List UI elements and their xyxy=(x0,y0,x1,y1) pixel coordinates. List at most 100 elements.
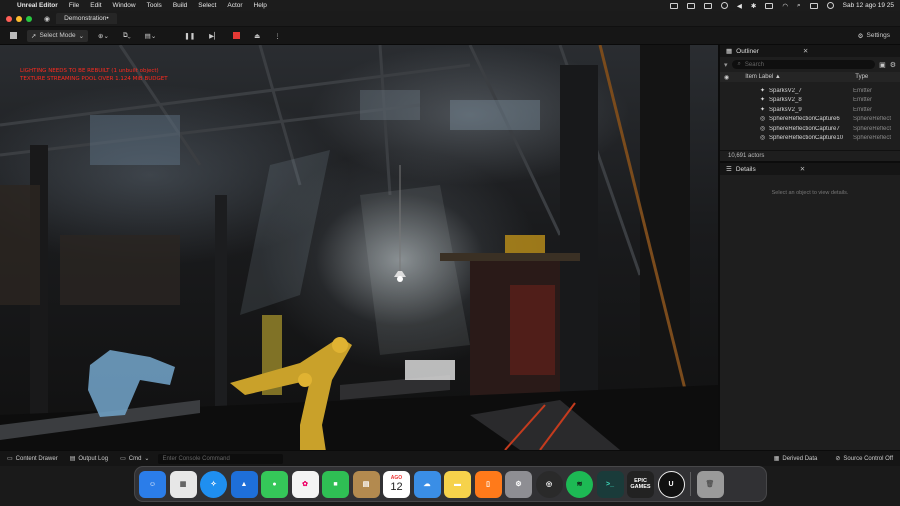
source-control-icon: ⊘ xyxy=(835,456,841,462)
texture-warning: TEXTURE STREAMING POOL OVER 1.124 MiB BU… xyxy=(20,76,168,82)
terminal-icon: ▭ xyxy=(120,456,126,462)
unreal-icon[interactable]: U xyxy=(657,470,685,498)
outliner-row[interactable]: ◎ SphereReflectionCapture10 SphereReflect xyxy=(720,134,900,144)
derived-data-button[interactable]: ▦ Derived Data xyxy=(771,455,821,463)
folder-icon[interactable]: ▣ xyxy=(879,61,886,69)
drawer-icon: ▭ xyxy=(7,456,13,462)
safari-icon[interactable]: ✧ xyxy=(200,470,227,498)
filter-icon[interactable]: ▾ xyxy=(724,61,728,69)
cmd-dropdown[interactable]: ▭ Cmd ⌄ xyxy=(117,455,152,463)
finder-icon[interactable]: ☺ xyxy=(139,470,166,498)
close-icon[interactable]: ✕ xyxy=(803,47,808,55)
search-icon: ⌕ xyxy=(737,61,741,67)
close-window-button[interactable] xyxy=(6,15,12,22)
menu-file[interactable]: File xyxy=(69,2,79,9)
stop-button[interactable] xyxy=(229,30,244,42)
outliner-tab[interactable]: ▦ Outliner ✕ xyxy=(720,45,900,57)
user-icon[interactable] xyxy=(826,2,834,9)
outliner-search-row: ▾ ⌕ Search ▣ ⚙ xyxy=(720,57,900,72)
eject-button[interactable]: ⏏ xyxy=(250,30,264,42)
testflight-icon[interactable]: ▲ xyxy=(230,470,258,498)
mail-icon[interactable] xyxy=(703,2,712,9)
menu-tools[interactable]: Tools xyxy=(147,2,162,9)
menu-help[interactable]: Help xyxy=(254,2,267,9)
level-viewport[interactable]: LIGHTING NEEDS TO BE REBUILT (1 unbuilt … xyxy=(0,45,718,450)
weather-icon[interactable]: ☁ xyxy=(413,470,441,498)
outliner-panel: ▦ Outliner ✕ ▾ ⌕ Search ▣ ⚙ ◉ Item Label… xyxy=(718,45,900,161)
emitter-icon: ✦ xyxy=(760,106,766,113)
step-button[interactable]: ▶▏ xyxy=(205,30,223,42)
battery-icon[interactable] xyxy=(765,2,774,9)
settings-icon[interactable]: ⚙ xyxy=(505,470,532,498)
menu-app-name[interactable]: Unreal Editor xyxy=(17,2,58,9)
outliner-row[interactable]: ◎ SphereReflectionCapture6 SphereReflect xyxy=(720,115,900,125)
facetime-icon[interactable]: ■ xyxy=(322,470,349,498)
outliner-row[interactable]: ◎ SphereReflectionCapture7 SphereReflect xyxy=(720,124,900,134)
notes-icon[interactable]: ▬ xyxy=(444,470,471,498)
type-column[interactable]: Type xyxy=(855,74,868,80)
console-input[interactable]: Enter Console Command xyxy=(158,453,284,464)
menu-build[interactable]: Build xyxy=(173,2,187,9)
terminal-icon[interactable]: >_ xyxy=(596,470,624,498)
details-tab[interactable]: ☰ Details ✕ xyxy=(720,163,900,175)
wifi-icon[interactable]: ◠ xyxy=(782,2,788,10)
volume-icon[interactable]: ◀ xyxy=(737,2,742,10)
pause-button[interactable]: ❚❚ xyxy=(180,30,199,42)
bluetooth-icon[interactable]: ✱ xyxy=(751,2,756,10)
menu-window[interactable]: Window xyxy=(113,2,136,9)
control-center-icon[interactable] xyxy=(809,2,818,9)
clapperboard-icon: ▤⌄ xyxy=(144,32,157,40)
outliner-search-input[interactable]: ⌕ Search xyxy=(731,60,876,69)
content-drawer-button[interactable]: ▭ Content Drawer xyxy=(4,455,61,463)
trash-icon[interactable]: 🗑 xyxy=(696,470,724,498)
item-label-column[interactable]: Item Label ▲ xyxy=(729,74,855,80)
menu-edit[interactable]: Edit xyxy=(90,2,101,9)
select-mode-dropdown[interactable]: ➚ Select Mode ⌄ xyxy=(27,29,89,42)
display-icon[interactable] xyxy=(686,2,695,9)
search-icon[interactable]: ⌕ xyxy=(797,2,801,10)
calendar-icon[interactable]: AGO 12 xyxy=(383,470,410,498)
search-placeholder: Search xyxy=(744,61,764,68)
ue-launcher-icon[interactable]: ◎ xyxy=(535,470,563,498)
eject-icon: ⏏ xyxy=(254,32,261,40)
minimize-window-button[interactable] xyxy=(16,15,22,22)
launchpad-icon[interactable]: ▦ xyxy=(169,470,197,498)
blueprint-button[interactable]: ⧉⌄ xyxy=(119,30,135,42)
photos-icon[interactable]: ✿ xyxy=(291,470,319,498)
lighting-warning: LIGHTING NEEDS TO BE REBUILT (1 unbuilt … xyxy=(20,68,159,74)
menu-actor[interactable]: Actor xyxy=(227,2,242,9)
macos-dock: ☺ ▦ ✧ ▲ ● ✿ ■ ▤ AGO 12 ☁ ▬ ▯ ⚙ ◎ ≋ >_ EP… xyxy=(134,466,767,502)
settings-button[interactable]: ⚙ Settings xyxy=(854,30,894,42)
save-icon[interactable] xyxy=(6,30,21,42)
close-icon[interactable]: ✕ xyxy=(800,165,805,173)
messages-icon[interactable]: ● xyxy=(261,470,288,498)
factory-scene xyxy=(0,45,718,450)
settings-label: Settings xyxy=(866,32,891,39)
spotify-icon[interactable]: ≋ xyxy=(566,470,593,498)
outliner-row[interactable]: ✦ SparksV2_7 Emitter xyxy=(720,86,900,96)
books-icon[interactable]: ▯ xyxy=(474,470,502,498)
screen-mirror-icon[interactable] xyxy=(669,2,678,9)
cinematics-button[interactable]: ▤⌄ xyxy=(141,30,161,42)
clock[interactable]: Sab 12 ago 19 25 xyxy=(843,2,894,9)
log-icon: ▤ xyxy=(69,456,76,462)
pause-icon: ❚❚ xyxy=(184,32,196,40)
level-tab[interactable]: Demonstration• xyxy=(56,13,117,24)
output-log-button[interactable]: ▤ Output Log xyxy=(67,455,111,463)
outliner-row[interactable]: ✦ SparksV2_9 Emitter xyxy=(720,105,900,115)
derived-data-icon: ▦ xyxy=(773,456,780,462)
fullscreen-window-button[interactable] xyxy=(26,15,32,22)
outliner-row[interactable]: ✦ SparksV2_8 Emitter xyxy=(720,96,900,106)
brightness-icon[interactable] xyxy=(720,2,728,9)
details-tab-icon: ☰ xyxy=(726,166,732,173)
chevron-down-icon: ⌄ xyxy=(78,32,85,40)
gear-icon[interactable]: ⚙ xyxy=(890,61,896,69)
more-options-button[interactable]: ⋮ xyxy=(270,30,285,42)
add-actor-button[interactable]: ⊕⌄ xyxy=(94,30,113,42)
step-icon: ▶▏ xyxy=(209,32,220,40)
menu-select[interactable]: Select xyxy=(198,2,216,9)
epic-games-icon[interactable]: EPIC GAMES xyxy=(627,470,654,498)
source-control-button[interactable]: ⊘ Source Control Off xyxy=(832,455,896,463)
editor-toolbar: ➚ Select Mode ⌄ ⊕⌄ ⧉⌄ ▤⌄ ❚❚ ▶▏ ⏏ ⋮ ⚙ Set… xyxy=(0,27,900,45)
notes-brown-icon[interactable]: ▤ xyxy=(352,470,380,498)
